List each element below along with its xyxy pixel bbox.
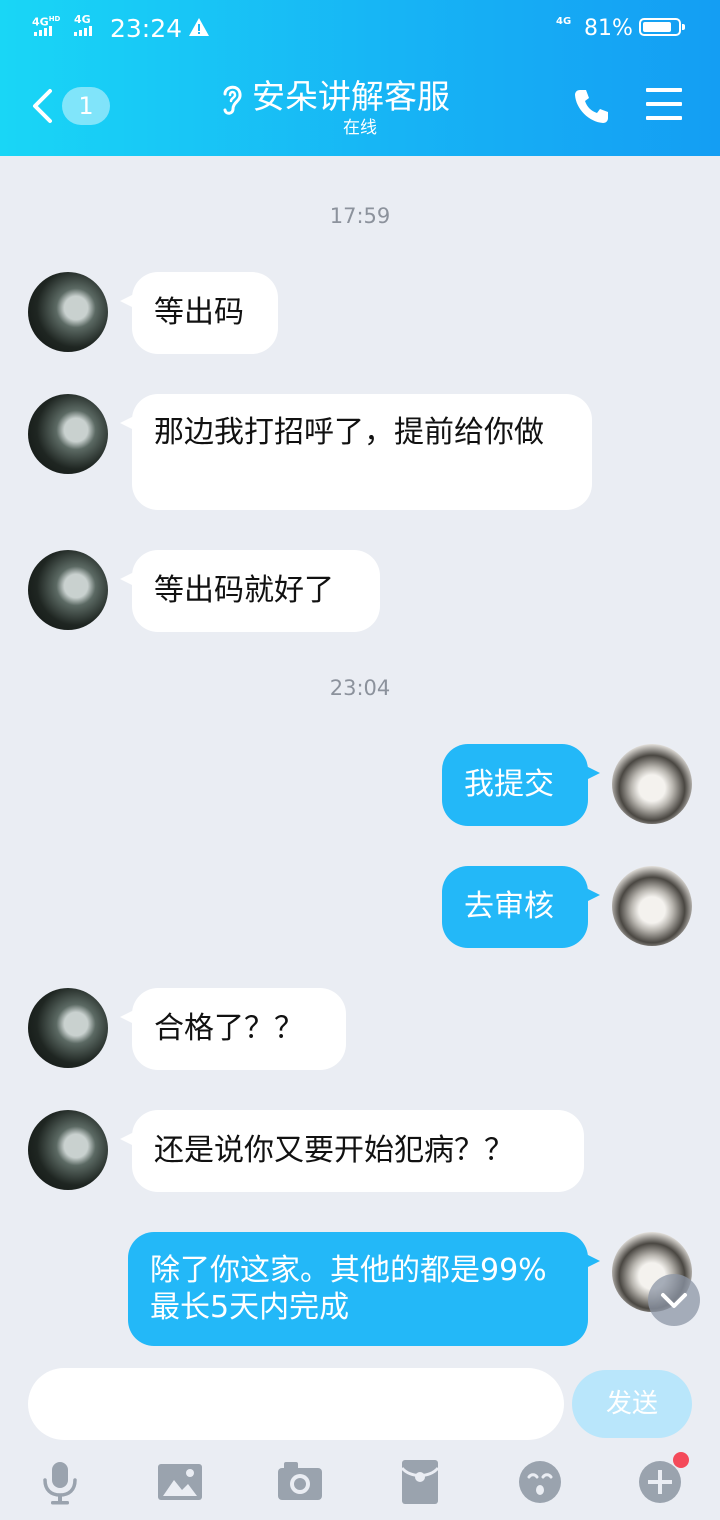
back-button[interactable]: 1	[30, 84, 120, 128]
bottom-toolbar	[0, 1450, 720, 1520]
microphone-icon[interactable]	[36, 1458, 84, 1506]
message-bubble[interactable]: 去审核	[442, 866, 600, 948]
battery-percent: 81%	[584, 16, 633, 41]
ear-icon	[223, 85, 242, 115]
menu-icon[interactable]	[646, 88, 682, 120]
message-bubble[interactable]: 等出码	[120, 272, 278, 354]
contact-avatar[interactable]	[28, 272, 108, 352]
chevron-down-icon	[661, 1293, 687, 1308]
online-status: 在线	[343, 118, 377, 138]
red-packet-icon[interactable]	[396, 1458, 444, 1506]
send-button[interactable]: 发送	[572, 1370, 692, 1438]
message-input[interactable]	[28, 1368, 564, 1440]
sim2-signal-icon	[74, 26, 92, 36]
status-bar: 4GHD 4G 23:24 4G 81%	[0, 0, 720, 58]
battery-icon	[639, 18, 685, 36]
status-time: 23:24	[110, 14, 183, 43]
warning-icon	[189, 18, 209, 36]
contact-avatar[interactable]	[28, 1110, 108, 1190]
network-type: 4G	[556, 16, 572, 27]
contact-avatar[interactable]	[28, 550, 108, 630]
scroll-to-bottom-button[interactable]	[648, 1274, 700, 1326]
sim1-signal-icon	[34, 26, 52, 36]
timestamp: 23:04	[329, 676, 391, 700]
chat-title-area[interactable]: 安朵讲解客服 在线	[200, 76, 520, 142]
message-bubble[interactable]: 等出码就好了	[120, 550, 380, 632]
camera-icon[interactable]	[276, 1458, 324, 1506]
phone-icon[interactable]	[572, 86, 612, 126]
notification-dot	[673, 1452, 689, 1468]
my-avatar[interactable]	[612, 744, 692, 824]
sim2-label: 4G	[74, 13, 91, 26]
contact-avatar[interactable]	[28, 394, 108, 474]
contact-avatar[interactable]	[28, 988, 108, 1068]
my-avatar[interactable]	[612, 866, 692, 946]
message-bubble[interactable]: 那边我打招呼了，提前给你做	[120, 394, 592, 510]
message-bubble[interactable]: 我提交	[442, 744, 600, 826]
unread-count-badge: 1	[62, 87, 110, 125]
back-arrow-icon	[33, 89, 52, 123]
timestamp: 17:59	[329, 204, 391, 228]
chat-header: 4GHD 4G 23:24 4G 81% 1 安朵讲解客服 在线	[0, 0, 720, 156]
emoji-icon[interactable]	[516, 1458, 564, 1506]
message-bubble[interactable]: 除了你这家。其他的都是99%最长5天内完成	[128, 1232, 600, 1346]
chat-title: 安朵讲解客服	[252, 77, 450, 116]
message-bubble[interactable]: 还是说你又要开始犯病？？	[120, 1110, 584, 1192]
image-icon[interactable]	[156, 1458, 204, 1506]
message-bubble[interactable]: 合格了？？	[120, 988, 346, 1070]
